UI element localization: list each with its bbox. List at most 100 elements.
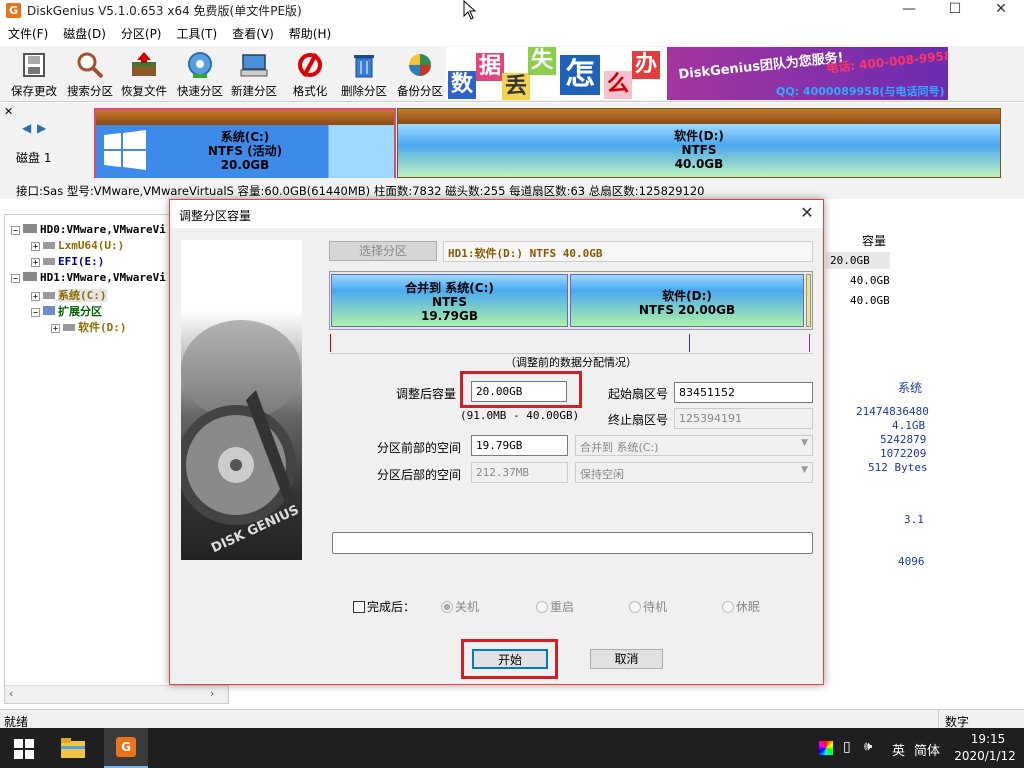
start-sector-field[interactable]: 83451152 bbox=[674, 382, 813, 403]
prev-disk-icon[interactable]: ◀ bbox=[22, 121, 31, 135]
clock-date[interactable]: 2020/1/12 bbox=[950, 749, 1020, 763]
cancel-button[interactable]: 取消 bbox=[590, 649, 663, 669]
detail-value: 3.1 bbox=[904, 513, 924, 526]
close-window-button[interactable]: ✕ bbox=[978, 0, 1024, 21]
promo-banner[interactable]: 数 据 丢 失 怎 么 办 DiskGenius团队为您服务! 电话: 400-… bbox=[446, 47, 948, 100]
preview-partition-software: 软件(D:) NTFS 20.00GB bbox=[570, 274, 804, 327]
partition-icon bbox=[43, 292, 55, 299]
collapse-icon[interactable]: − bbox=[11, 273, 20, 283]
menu-view[interactable]: 查看(V) bbox=[228, 22, 278, 43]
next-disk-icon[interactable]: ▶ bbox=[37, 121, 46, 135]
preview-free-space bbox=[806, 274, 811, 327]
partition-name: 软件(D:) bbox=[674, 129, 724, 143]
scroll-right-icon[interactable]: › bbox=[210, 687, 214, 700]
start-button[interactable]: 开始 bbox=[472, 649, 548, 669]
tree-node-efi[interactable]: + EFI(E:) bbox=[31, 255, 104, 268]
tree-hscrollbar[interactable]: ‹ › bbox=[5, 685, 228, 703]
save-changes-button[interactable]: 保存更改 bbox=[6, 48, 62, 100]
ime-language[interactable]: 简体 bbox=[914, 740, 940, 759]
menu-help[interactable]: 帮助(H) bbox=[285, 22, 335, 43]
after-space-action-select[interactable]: 保持空闲 ▼ bbox=[575, 462, 813, 483]
toolbar-label: 删除分区 bbox=[341, 84, 387, 98]
recover-files-button[interactable]: 恢复文件 bbox=[116, 48, 172, 100]
diskgenius-taskbar-button[interactable]: G bbox=[104, 728, 148, 768]
select-partition-button[interactable]: 选择分区 bbox=[329, 241, 437, 261]
after-done-checkbox[interactable]: 完成后： bbox=[353, 598, 415, 615]
menu-partition[interactable]: 分区(P) bbox=[117, 22, 166, 43]
option-restart[interactable]: 重启 bbox=[536, 598, 574, 615]
capacity-cell: 20.0GB bbox=[826, 252, 890, 269]
expand-icon[interactable]: + bbox=[31, 257, 40, 267]
close-panel-icon[interactable]: ✕ bbox=[4, 105, 13, 118]
option-standby[interactable]: 待机 bbox=[629, 598, 667, 615]
search-partition-button[interactable]: 搜索分区 bbox=[62, 48, 118, 100]
hard-drive-icon: DISK GENIUS bbox=[176, 320, 301, 556]
banner-char: 么 bbox=[604, 71, 632, 99]
recover-icon bbox=[132, 52, 156, 76]
toolbar-label: 快速分区 bbox=[177, 84, 223, 98]
end-sector-field: 125394191 bbox=[674, 408, 813, 429]
banner-qq: QQ: 4000089958(与电话同号) bbox=[776, 85, 945, 98]
option-hibernate[interactable]: 休眠 bbox=[722, 598, 760, 615]
tree-node-hd1[interactable]: − HD1:VMware,VMwareVi bbox=[11, 271, 166, 284]
tree-node-software-d[interactable]: + 软件(D:) bbox=[51, 319, 127, 335]
expand-icon[interactable]: + bbox=[31, 291, 40, 301]
collapse-icon[interactable]: − bbox=[11, 225, 20, 235]
color-tray-icon[interactable] bbox=[819, 741, 833, 755]
new-partition-button[interactable]: 新建分区 bbox=[226, 48, 282, 100]
backup-partition-button[interactable]: 备份分区 bbox=[392, 48, 448, 100]
new-size-input[interactable]: 20.00GB bbox=[471, 381, 567, 402]
tree-label: 软件(D:) bbox=[78, 321, 127, 334]
before-space-input[interactable]: 19.79GB bbox=[471, 435, 568, 456]
minimize-button[interactable]: — bbox=[886, 0, 932, 21]
menu-disk[interactable]: 磁盘(D) bbox=[59, 22, 110, 43]
scroll-left-icon[interactable]: ‹ bbox=[9, 687, 13, 700]
collapse-icon[interactable]: − bbox=[31, 307, 40, 317]
banner-char: 怎 bbox=[560, 55, 600, 95]
detail-value: 1072209 bbox=[880, 447, 927, 460]
detail-value: 4.1GB bbox=[892, 419, 926, 432]
volume-icon[interactable]: 🕪 bbox=[864, 739, 872, 754]
preview-line: NTFS bbox=[431, 295, 468, 309]
file-explorer-icon[interactable] bbox=[61, 738, 85, 758]
tree-node-system-c[interactable]: + 系统(C:) bbox=[31, 287, 107, 303]
toolbar-label: 备份分区 bbox=[397, 84, 443, 98]
maximize-button[interactable]: ☐ bbox=[932, 0, 978, 21]
before-space-action-select[interactable]: 合并到 系统(C:) ▼ bbox=[575, 435, 813, 456]
partition-c-block[interactable]: 系统(C:) NTFS (活动) 20.0GB bbox=[94, 108, 396, 178]
tree-node-hd0[interactable]: − HD0:VMware,VMwareVi bbox=[11, 223, 166, 236]
menu-tools[interactable]: 工具(T) bbox=[173, 22, 222, 43]
column-header-capacity: 容量 bbox=[862, 234, 887, 248]
after-space-label: 分区后部的空间 bbox=[376, 468, 461, 482]
capacity-cell: 40.0GB bbox=[850, 294, 890, 307]
option-shutdown[interactable]: 关机 bbox=[441, 598, 479, 615]
delete-partition-button[interactable]: 删除分区 bbox=[336, 48, 392, 100]
tree-node-extended[interactable]: − 扩展分区 bbox=[31, 303, 102, 319]
battery-icon[interactable]: ▯ bbox=[843, 739, 851, 755]
banner-slogan: DiskGenius团队为您服务! bbox=[677, 50, 845, 83]
radio-icon bbox=[629, 601, 641, 613]
magnifier-icon bbox=[77, 52, 104, 79]
detail-value: 512 Bytes bbox=[868, 461, 928, 474]
format-button[interactable]: 格式化 bbox=[282, 48, 338, 100]
preview-line: 合并到 系统(C:) bbox=[405, 281, 494, 295]
menu-file[interactable]: 文件(F) bbox=[4, 22, 52, 43]
quick-partition-button[interactable]: 快速分区 bbox=[172, 48, 228, 100]
tree-label: 系统(C:) bbox=[58, 289, 107, 302]
checkbox-box[interactable] bbox=[353, 601, 365, 613]
detail-value: 21474836480 bbox=[856, 405, 929, 418]
progress-bar bbox=[332, 532, 813, 554]
disk-info-line: 接口:Sas 型号:VMware,VMwareVirtualS 容量:60.0G… bbox=[16, 184, 705, 198]
partition-d-block[interactable]: 软件(D:) NTFS 40.0GB bbox=[397, 108, 1001, 178]
detail-value: 4096 bbox=[898, 555, 925, 568]
expand-icon[interactable]: + bbox=[51, 323, 60, 333]
select-value: 合并到 系统(C:) bbox=[580, 441, 659, 454]
tree-label: HD1:VMware,VMwareVi bbox=[40, 271, 166, 284]
ime-mode[interactable]: 英 bbox=[892, 740, 905, 759]
clock-time[interactable]: 19:15 bbox=[958, 732, 1018, 746]
disk-label: 磁盘 1 bbox=[16, 151, 52, 165]
dialog-close-button[interactable]: ✕ bbox=[796, 203, 818, 225]
expand-icon[interactable]: + bbox=[31, 241, 40, 251]
tree-node-lxmu64[interactable]: + LxmU64(U:) bbox=[31, 239, 124, 252]
windows-start-icon[interactable] bbox=[14, 739, 34, 759]
